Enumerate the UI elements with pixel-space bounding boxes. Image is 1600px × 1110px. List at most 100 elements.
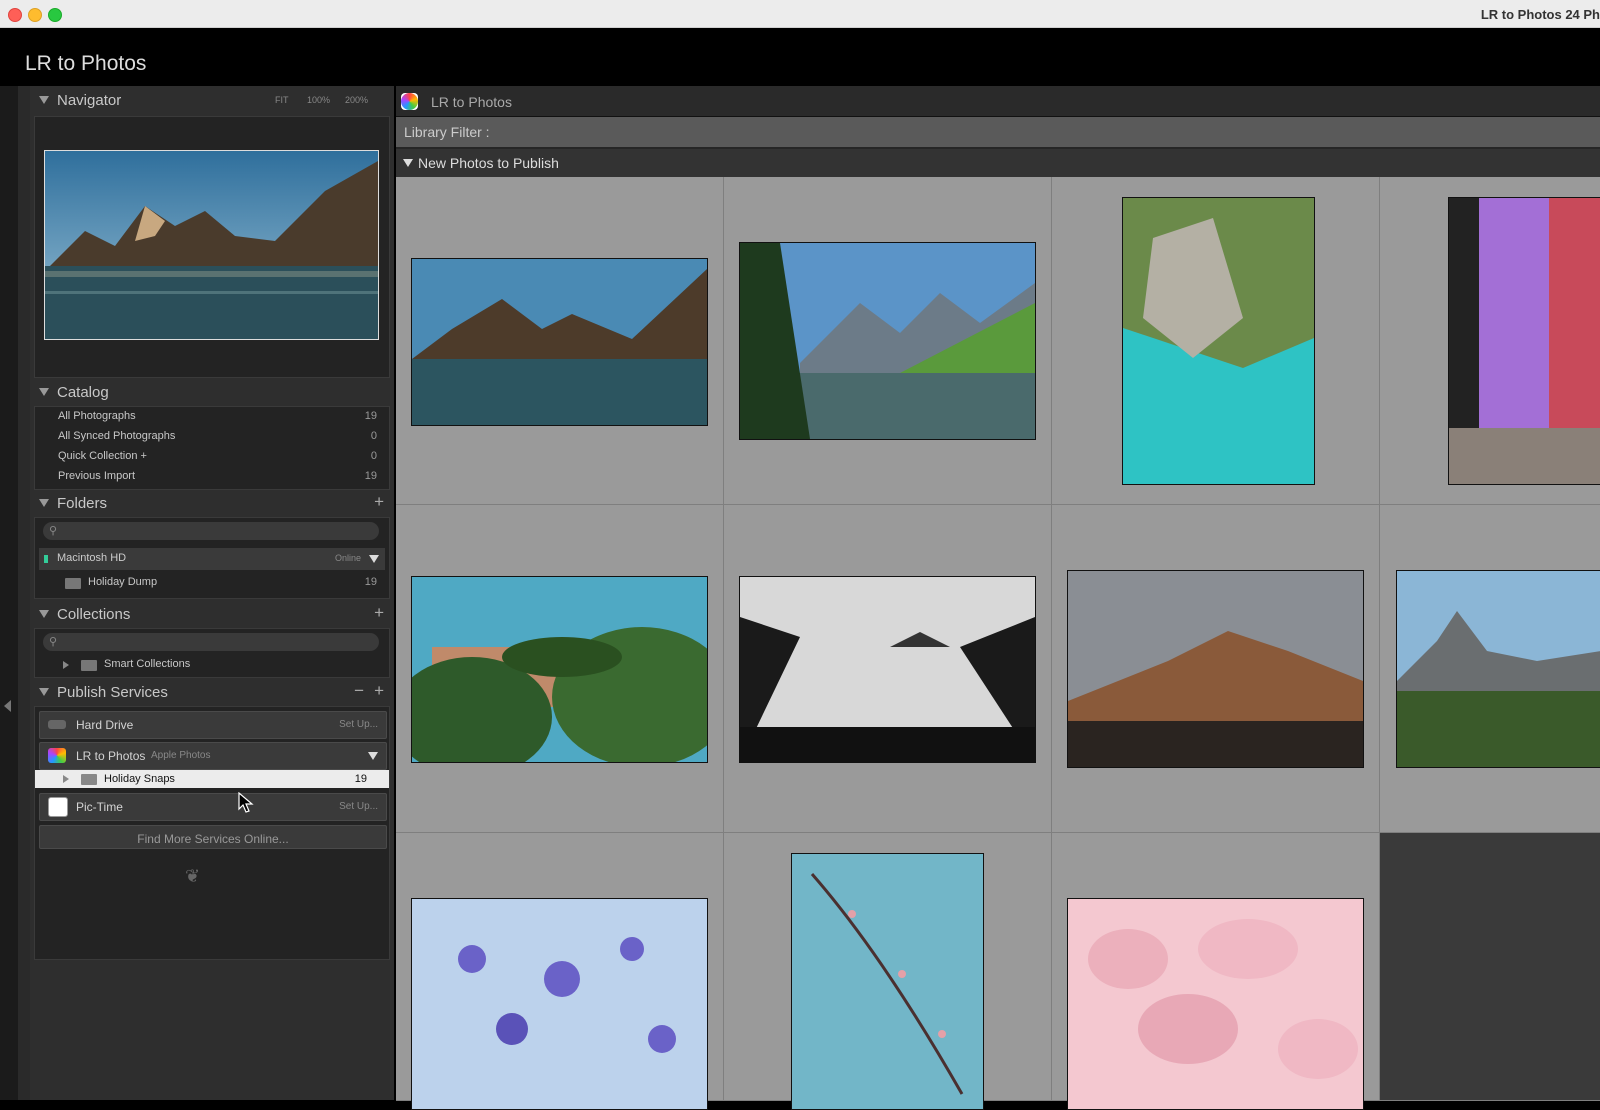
zoom-100-button[interactable]: 100% bbox=[307, 95, 330, 105]
pic-time-setup-button[interactable]: Set Up... bbox=[339, 801, 378, 812]
grid-cell[interactable] bbox=[1380, 505, 1600, 833]
photo-thumbnail[interactable] bbox=[739, 576, 1036, 763]
volume-label: Macintosh HD bbox=[57, 552, 127, 564]
volume-status-icon bbox=[44, 555, 48, 563]
grid-cell[interactable] bbox=[396, 505, 724, 833]
zoom-fit-button[interactable]: FIT bbox=[275, 95, 289, 105]
collapse-triangle-icon[interactable] bbox=[403, 159, 413, 167]
grid-cell[interactable] bbox=[724, 505, 1052, 833]
library-filter-bar[interactable]: Library Filter : bbox=[396, 117, 1600, 147]
photo-thumbnail[interactable] bbox=[411, 258, 708, 426]
photo-thumbnail[interactable] bbox=[411, 898, 708, 1110]
published-collection-count: 19 bbox=[354, 773, 367, 785]
navigator-preview-image[interactable] bbox=[44, 150, 379, 340]
catalog-item-previous-import[interactable]: Previous Import 19 bbox=[35, 467, 389, 487]
catalog-item-all-synced[interactable]: All Synced Photographs 0 bbox=[35, 427, 389, 447]
photo-thumbnail[interactable] bbox=[791, 853, 984, 1110]
collapse-triangle-icon[interactable] bbox=[39, 688, 49, 696]
grid-cell[interactable] bbox=[1380, 177, 1600, 505]
search-icon: ⚲ bbox=[49, 636, 58, 648]
navigator-preview-area bbox=[34, 116, 390, 378]
collections-header[interactable]: Collections + bbox=[30, 600, 394, 628]
grid-cell[interactable] bbox=[1052, 505, 1380, 833]
catalog-item-count: 19 bbox=[364, 410, 377, 422]
window-title: LR to Photos 24 Ph bbox=[1480, 7, 1600, 22]
collapse-triangle-icon[interactable] bbox=[39, 96, 49, 104]
photo-thumbnail[interactable] bbox=[1122, 197, 1315, 485]
photo-thumbnail[interactable] bbox=[411, 576, 708, 763]
service-label: Hard Drive bbox=[76, 718, 134, 732]
service-label: LR to Photos bbox=[76, 749, 146, 763]
group-title: New Photos to Publish bbox=[418, 155, 559, 171]
photos-app-icon bbox=[48, 748, 66, 763]
navigator-title: Navigator bbox=[57, 92, 122, 109]
catalog-item-all-photographs[interactable]: All Photographs 19 bbox=[35, 407, 389, 427]
published-collection-holiday-snaps[interactable]: Holiday Snaps 19 bbox=[35, 770, 389, 788]
add-collection-icon[interactable]: + bbox=[374, 603, 384, 623]
remove-service-icon[interactable]: − bbox=[354, 681, 364, 701]
folder-item-holiday-dump[interactable]: Holiday Dump 19 bbox=[35, 573, 389, 593]
catalog-item-count: 0 bbox=[370, 450, 377, 462]
main-area: LR to Photos Library Filter : New Photos… bbox=[396, 86, 1600, 1110]
hard-drive-icon bbox=[48, 720, 66, 729]
alpine-lake-thumbnail bbox=[740, 243, 1035, 439]
folder-count: 19 bbox=[364, 576, 377, 588]
service-pic-time[interactable]: Pic-Time Set Up... bbox=[39, 793, 387, 821]
service-hard-drive[interactable]: Hard Drive Set Up... bbox=[39, 711, 387, 739]
collapse-triangle-icon[interactable] bbox=[39, 388, 49, 396]
add-folder-icon[interactable]: + bbox=[374, 492, 384, 512]
photo-thumbnail[interactable] bbox=[1067, 898, 1364, 1110]
collection-label: Smart Collections bbox=[104, 658, 191, 670]
chevron-down-icon[interactable] bbox=[369, 555, 379, 563]
group-header-new-photos[interactable]: New Photos to Publish bbox=[396, 149, 1600, 177]
misty-valley-thumbnail bbox=[740, 577, 1035, 762]
volume-macintosh-hd[interactable]: Macintosh HD Online bbox=[39, 548, 385, 570]
grid-cell[interactable] bbox=[1052, 833, 1380, 1110]
publish-services-header[interactable]: Publish Services − + bbox=[30, 678, 394, 706]
close-window-button[interactable] bbox=[8, 8, 22, 22]
photo-thumbnail[interactable] bbox=[1396, 570, 1600, 768]
collection-item-smart-collections[interactable]: Smart Collections bbox=[35, 655, 389, 675]
zoom-200-button[interactable]: 200% bbox=[345, 95, 368, 105]
main-header: LR to Photos bbox=[396, 86, 1600, 117]
folders-list: ⚲ Macintosh HD Online Holiday Dump 19 bbox=[34, 517, 390, 599]
grid-cell[interactable] bbox=[396, 833, 724, 1110]
collapse-triangle-icon[interactable] bbox=[39, 499, 49, 507]
photo-thumbnail[interactable] bbox=[1448, 197, 1600, 485]
navigator-header[interactable]: Navigator FIT 100% 200% bbox=[30, 86, 394, 114]
minimize-window-button[interactable] bbox=[28, 8, 42, 22]
catalog-item-count: 19 bbox=[364, 470, 377, 482]
hard-drive-setup-button[interactable]: Set Up... bbox=[339, 719, 378, 730]
photo-thumbnail[interactable] bbox=[1067, 570, 1364, 768]
publish-services-list: Hard Drive Set Up... LR to Photos Apple … bbox=[34, 706, 390, 960]
service-lr-to-photos[interactable]: LR to Photos Apple Photos bbox=[39, 742, 387, 770]
folders-header[interactable]: Folders + bbox=[30, 489, 394, 517]
catalog-item-quick-collection[interactable]: Quick Collection + 0 bbox=[35, 447, 389, 467]
chevron-down-icon[interactable] bbox=[368, 752, 378, 760]
photo-thumbnail[interactable] bbox=[739, 242, 1036, 440]
grid-cell[interactable] bbox=[724, 177, 1052, 505]
grid-cell[interactable] bbox=[724, 833, 1052, 1110]
collapse-triangle-icon[interactable] bbox=[39, 610, 49, 618]
grid-cell[interactable] bbox=[1052, 177, 1380, 505]
folder-label: Holiday Dump bbox=[88, 576, 158, 588]
collections-search-input[interactable]: ⚲ bbox=[43, 633, 379, 651]
expand-triangle-icon[interactable] bbox=[63, 661, 69, 669]
left-edge-strip bbox=[0, 86, 18, 1100]
catalog-item-label: All Synced Photographs bbox=[58, 430, 176, 442]
window-titlebar: LR to Photos 24 Ph bbox=[0, 0, 1600, 28]
sunset-mountain-thumbnail bbox=[1068, 571, 1363, 767]
app-header: LR to Photos bbox=[0, 28, 1600, 85]
search-icon: ⚲ bbox=[49, 525, 58, 537]
grid-cell[interactable] bbox=[396, 177, 724, 505]
pink-tulips-thumbnail bbox=[1068, 899, 1363, 1109]
find-more-services-button[interactable]: Find More Services Online... bbox=[39, 825, 387, 849]
left-panel-scrollbar[interactable] bbox=[18, 86, 30, 1100]
catalog-header[interactable]: Catalog bbox=[30, 378, 394, 406]
add-service-icon[interactable]: + bbox=[374, 681, 384, 701]
folders-search-input[interactable]: ⚲ bbox=[43, 522, 379, 540]
zoom-window-button[interactable] bbox=[48, 8, 62, 22]
service-label: Pic-Time bbox=[76, 800, 123, 814]
collapse-left-panel-icon[interactable] bbox=[4, 700, 11, 712]
expand-triangle-icon[interactable] bbox=[63, 775, 69, 783]
